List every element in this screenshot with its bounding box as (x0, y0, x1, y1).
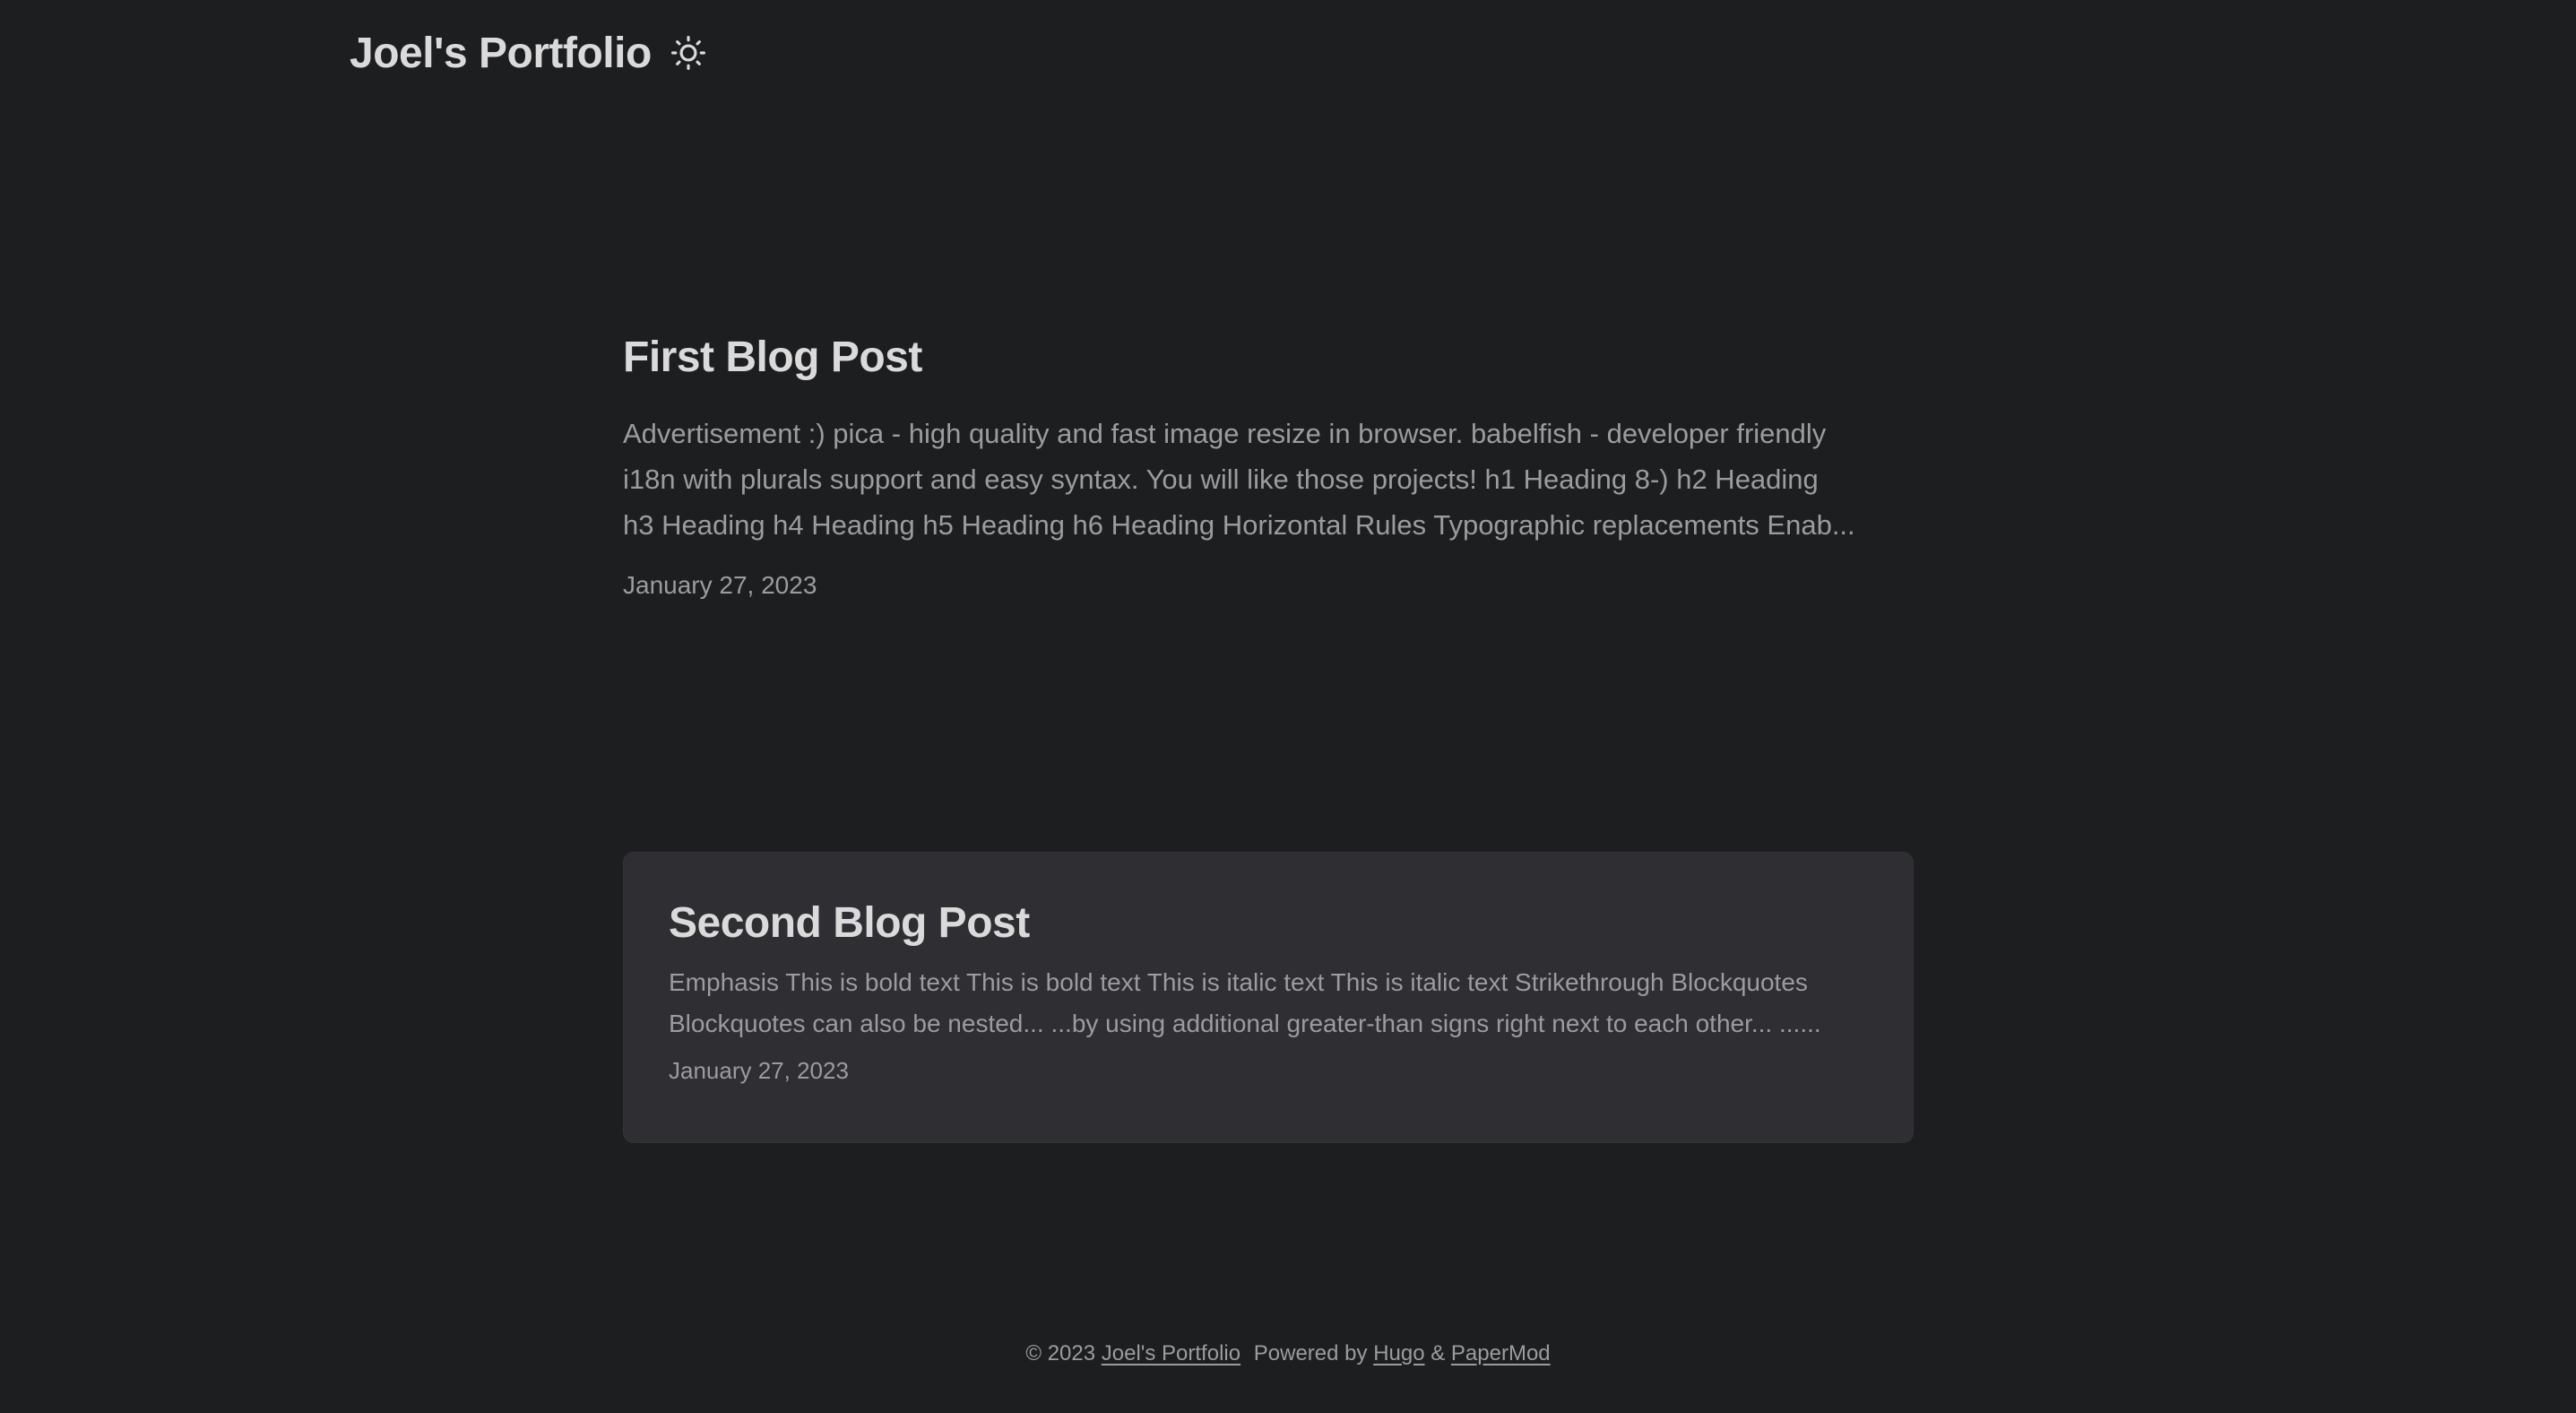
post-excerpt-line: i18n with plurals support and easy synta… (623, 463, 1819, 495)
post-excerpt-line: Emphasis This is bold text This is bold … (669, 967, 1808, 996)
post-excerpt-line: Advertisement :) pica - high quality and… (623, 417, 1827, 449)
post-date: January 27, 2023 (623, 570, 817, 599)
post-excerpt-line: h3 Heading h4 Heading h5 Heading h6 Head… (623, 508, 1855, 541)
post-date: January 27, 2023 (669, 1056, 849, 1084)
post-title[interactable]: First Blog Post (623, 332, 1914, 384)
footer-ampersand: & (1431, 1341, 1446, 1365)
site-title-link[interactable]: Joel's Portfolio (350, 29, 652, 78)
post-excerpt-line: Blockquotes can also be nested... ...by … (669, 1009, 1821, 1037)
post-title[interactable]: Second Blog Post (669, 897, 1868, 949)
sun-icon (670, 36, 705, 70)
footer-hugo-link[interactable]: Hugo (1373, 1341, 1424, 1365)
post-excerpt: Emphasis This is bold text This is bold … (669, 962, 1868, 1045)
footer-site-link[interactable]: Joel's Portfolio (1102, 1341, 1240, 1365)
first-post-entry[interactable]: First Blog Post Advertisement :) pica - … (623, 332, 1914, 600)
footer-papermod-link[interactable]: PaperMod (1451, 1341, 1551, 1365)
site-header: Joel's Portfolio (350, 23, 705, 82)
theme-toggle-button[interactable] (670, 36, 705, 70)
footer-powered-by: Powered by (1253, 1341, 1368, 1365)
post-excerpt: Advertisement :) pica - high quality and… (623, 411, 1914, 548)
site-footer: © 2023 Joel's Portfolio Powered by Hugo … (0, 1341, 2576, 1366)
footer-copyright: © 2023 (1025, 1341, 1096, 1365)
second-post-entry[interactable]: Second Blog Post Emphasis This is bold t… (623, 852, 1914, 1143)
